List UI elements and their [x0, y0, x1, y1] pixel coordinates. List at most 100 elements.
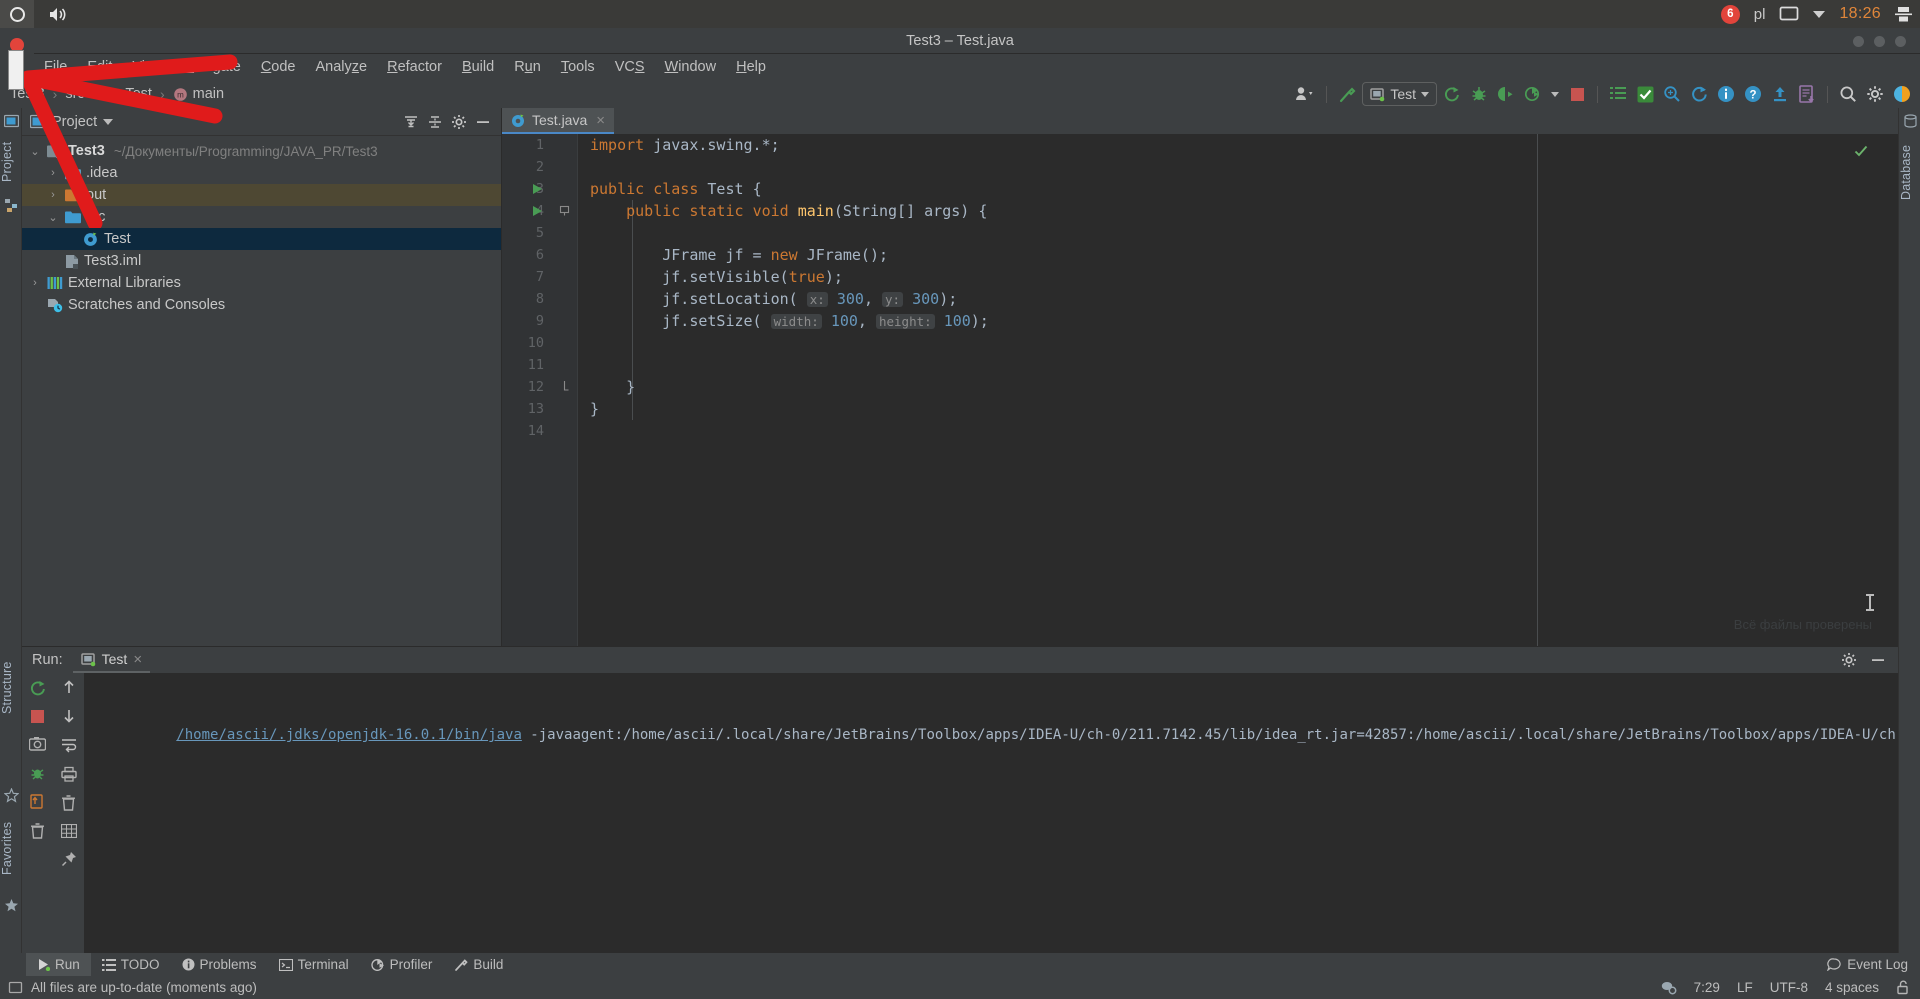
settings-gear-icon[interactable]	[451, 114, 467, 130]
display-icon[interactable]	[1779, 6, 1799, 22]
tree-node-src[interactable]: ⌄ src	[22, 206, 501, 228]
rerun-icon[interactable]	[1440, 82, 1464, 106]
favorites-star-icon[interactable]	[4, 788, 19, 803]
debug-icon[interactable]	[1467, 82, 1491, 106]
settings-sync-icon[interactable]	[1660, 980, 1677, 995]
settings-gear-icon[interactable]	[1863, 82, 1887, 106]
circle-icon[interactable]	[0, 0, 34, 28]
menu-item-tools[interactable]: Tools	[551, 54, 605, 80]
caret-position[interactable]: 7:29	[1694, 980, 1720, 995]
tree-node-out[interactable]: › out	[22, 184, 501, 206]
editor-text[interactable]: import javax.swing.*; public class Test {…	[577, 134, 1898, 646]
code-line[interactable]: jf.setVisible(true);	[577, 266, 1898, 288]
tree-node-test[interactable]: Test	[22, 228, 501, 250]
code-line[interactable]: public class Test {	[577, 178, 1898, 200]
bottom-bar-item-todo[interactable]: TODO	[91, 953, 171, 976]
tree-node-scratches-and-consoles[interactable]: Scratches and Consoles	[22, 294, 501, 316]
sidebar-item-database[interactable]: Database	[1899, 132, 1920, 212]
collapse-all-icon[interactable]	[403, 114, 419, 130]
chevron-right-icon[interactable]: ›	[46, 167, 60, 179]
menu-item-edit[interactable]: Edit	[77, 54, 122, 80]
hammer-build-icon[interactable]	[1335, 82, 1359, 106]
bottom-bar-item-profiler[interactable]: Profiler	[360, 953, 444, 976]
menu-item-navigate[interactable]: Navigate	[174, 54, 251, 80]
bottom-bar-item-build[interactable]: Build	[443, 953, 514, 976]
chevron-down-icon[interactable]	[1813, 10, 1826, 18]
pin-icon[interactable]	[61, 851, 77, 867]
breadcrumb-item-class[interactable]: Test	[125, 86, 152, 102]
sidebar-item-project[interactable]: Project	[0, 132, 22, 192]
menu-item-analyze[interactable]: Analyze	[306, 54, 378, 80]
code-line[interactable]	[577, 222, 1898, 244]
tree-node-test3[interactable]: ⌄ Test3 ~/Документы/Programming/JAVA_PR/Te…	[22, 140, 501, 162]
close-icon[interactable]: ×	[133, 651, 142, 668]
menu-item-build[interactable]: Build	[452, 54, 504, 80]
inspection-ok-check-icon[interactable]	[1854, 144, 1868, 158]
breadcrumb-item-src[interactable]: src	[65, 86, 84, 102]
expand-all-icon[interactable]	[427, 114, 443, 130]
help-icon[interactable]: ?	[1741, 82, 1765, 106]
run-configuration-selector[interactable]: Test	[1362, 82, 1437, 106]
chevron-down-icon[interactable]: ⌄	[28, 145, 42, 158]
run-with-coverage-icon[interactable]	[1494, 82, 1518, 106]
menu-item-help[interactable]: Help	[726, 54, 776, 80]
table-icon[interactable]	[60, 824, 77, 838]
code-fold-end-icon[interactable]	[557, 376, 571, 398]
line-separator[interactable]: LF	[1737, 980, 1753, 995]
structure-icon[interactable]	[4, 198, 19, 213]
export-icon[interactable]	[29, 794, 46, 810]
indent-setting[interactable]: 4 spaces	[1825, 980, 1879, 995]
favorites-star-filled-icon[interactable]	[4, 898, 19, 913]
stop-icon[interactable]	[1565, 82, 1589, 106]
trash-icon[interactable]	[30, 823, 45, 839]
gutter-run-marker-icon[interactable]	[532, 178, 544, 200]
stop-icon[interactable]	[31, 710, 44, 723]
menu-item-vcs[interactable]: VCS	[605, 54, 655, 80]
search-everywhere-icon[interactable]	[1836, 82, 1860, 106]
code-line[interactable]	[577, 420, 1898, 442]
soft-wrap-icon[interactable]	[61, 737, 77, 753]
minimize-button[interactable]	[1853, 35, 1864, 47]
menu-item-refactor[interactable]: Refactor	[377, 54, 452, 80]
chevron-right-icon[interactable]: ›	[28, 277, 42, 289]
chevron-right-icon[interactable]: ›	[46, 189, 60, 201]
todo-list-icon[interactable]	[1606, 82, 1630, 106]
console-java-path-link[interactable]: /home/ascii/.jdks/openjdk-16.0.1/bin/jav…	[176, 727, 522, 743]
rerun-icon[interactable]	[29, 679, 47, 697]
tray-menu-icon[interactable]	[1895, 6, 1912, 23]
code-line[interactable]: }	[577, 398, 1898, 420]
database-icon[interactable]	[1903, 114, 1918, 129]
ide-theme-icon[interactable]	[1890, 82, 1914, 106]
editor-gutter[interactable]: 1234567891011121314	[502, 134, 577, 646]
upload-icon[interactable]	[1768, 82, 1792, 106]
keyboard-layout-indicator[interactable]: pl	[1754, 6, 1766, 23]
hide-panel-icon[interactable]	[1870, 652, 1886, 668]
settings-gear-icon[interactable]	[1841, 652, 1857, 668]
breadcrumb-item-method[interactable]: main	[193, 86, 224, 102]
chevron-down-icon[interactable]	[103, 118, 114, 125]
scroll-down-icon[interactable]	[61, 708, 77, 724]
event-log-button[interactable]: Event Log	[1827, 957, 1908, 972]
menu-item-file[interactable]: File	[34, 54, 77, 80]
notification-badge[interactable]: 6	[1720, 4, 1740, 24]
code-fold-toggle-icon[interactable]	[557, 200, 571, 222]
left-toolbar-marker[interactable]	[8, 50, 24, 90]
menu-item-code[interactable]: Code	[251, 54, 306, 80]
code-editor[interactable]: 1234567891011121314 import javax.swing.*…	[502, 134, 1898, 646]
notes-icon[interactable]	[1795, 82, 1819, 106]
profile-icon[interactable]	[1521, 82, 1545, 106]
code-line[interactable]: import javax.swing.*;	[577, 134, 1898, 156]
menu-item-run[interactable]: Run	[504, 54, 551, 80]
scroll-up-icon[interactable]	[61, 679, 77, 695]
menu-item-view[interactable]: View	[122, 54, 173, 80]
editor-tab-test-java[interactable]: Test.java ×	[502, 108, 615, 134]
bottom-bar-item-problems[interactable]: Problems	[171, 953, 268, 976]
camera-icon[interactable]	[29, 736, 46, 751]
code-line[interactable]	[577, 156, 1898, 178]
chevron-down-icon[interactable]: ⌄	[46, 211, 60, 224]
hide-panel-icon[interactable]	[475, 114, 491, 130]
search-structure-icon[interactable]	[1660, 82, 1684, 106]
tree-node-test3-iml[interactable]: Test3.iml	[22, 250, 501, 272]
file-encoding[interactable]: UTF-8	[1770, 980, 1808, 995]
tree-node--idea[interactable]: › .idea	[22, 162, 501, 184]
